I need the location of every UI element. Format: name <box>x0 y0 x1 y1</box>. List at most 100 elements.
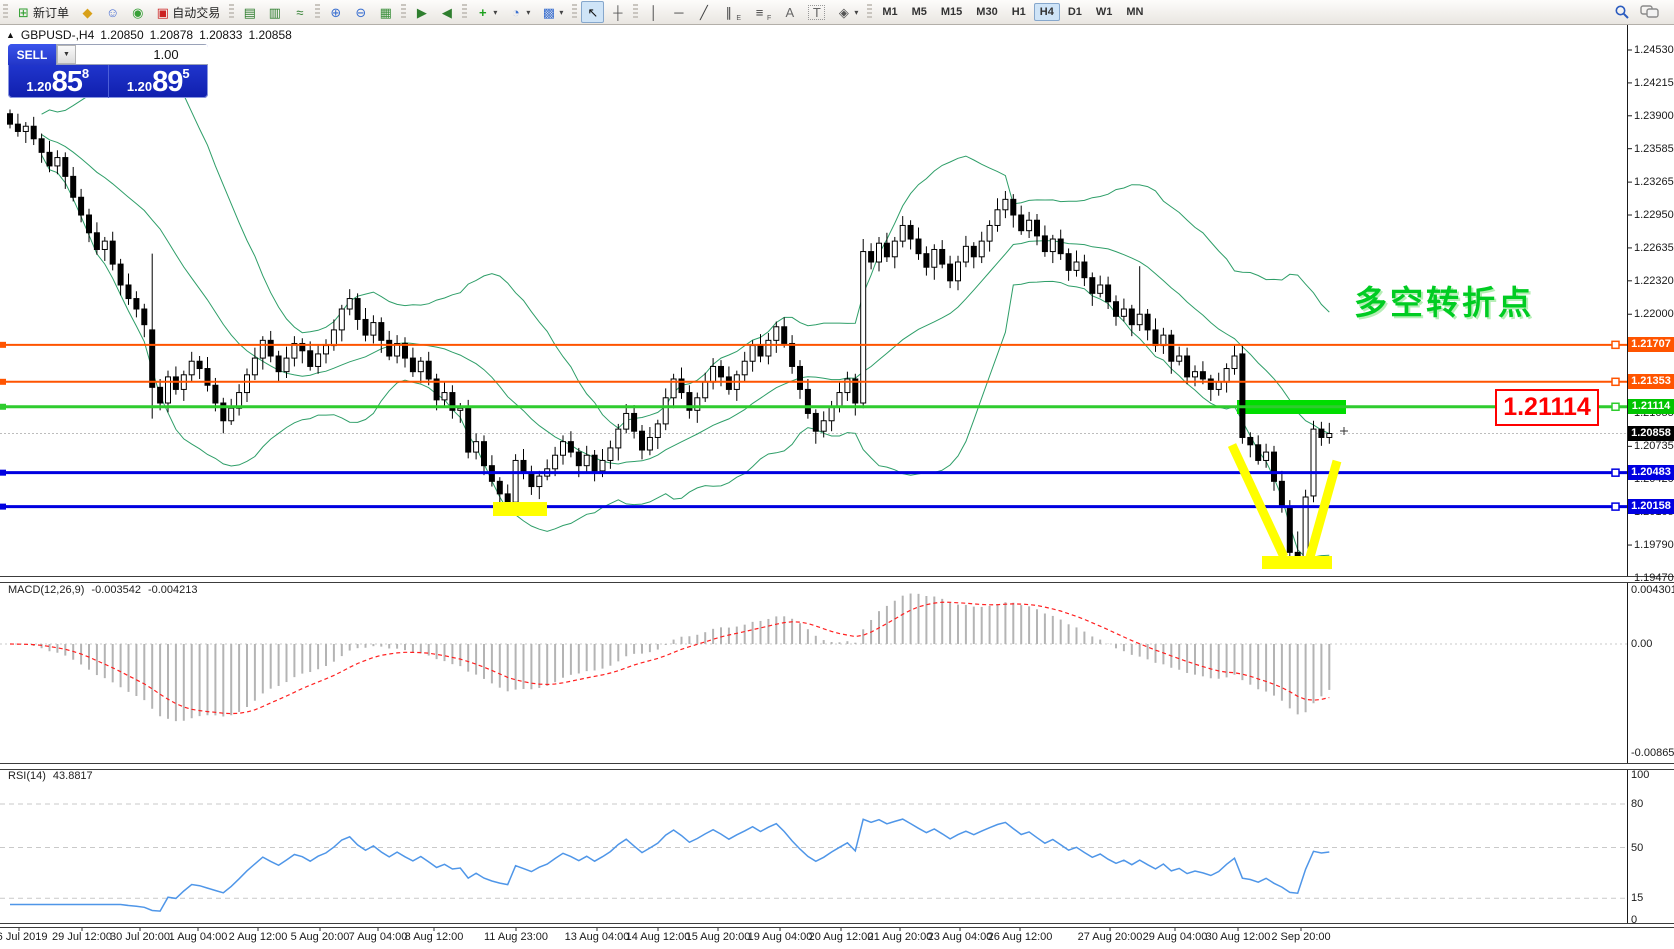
text-label-tool-button[interactable]: T <box>803 1 830 23</box>
signals-button[interactable]: ◉ <box>126 1 149 23</box>
chart-canvas[interactable] <box>0 0 1674 948</box>
level-line-drag-handle[interactable] <box>1612 403 1619 410</box>
price-tick-label[interactable]: 1.22950 <box>1634 209 1674 221</box>
periods-button[interactable]: ◔ ▾ <box>504 1 535 23</box>
rsi-scale-label[interactable]: 100 <box>1631 769 1649 781</box>
bar-chart-mode-button[interactable]: ▤ <box>238 1 261 23</box>
vertical-line-tool-button[interactable]: │ <box>642 1 665 23</box>
time-axis-label[interactable]: 20 Aug 12:00 <box>809 931 874 943</box>
price-tick-label[interactable]: 1.22635 <box>1634 242 1674 254</box>
pane-separator-axis[interactable] <box>0 923 1674 928</box>
toolbar-grip[interactable] <box>633 4 638 20</box>
price-tick-label[interactable]: 1.19790 <box>1634 539 1674 551</box>
timeframe-button-mn[interactable]: MN <box>1120 3 1149 21</box>
zoom-out-button[interactable]: ⊖ <box>349 1 372 23</box>
price-tick-label[interactable]: 1.23900 <box>1634 110 1674 122</box>
time-axis-label[interactable]: 11 Aug 23:00 <box>484 931 548 943</box>
time-axis-label[interactable]: 30 Aug 12:00 <box>1206 931 1271 943</box>
trendline-tool-button[interactable]: ╱ <box>692 1 715 23</box>
zoom-in-button[interactable]: ⊕ <box>324 1 347 23</box>
price-tick-label[interactable]: 1.22320 <box>1634 275 1674 287</box>
price-tick-label[interactable]: 1.22000 <box>1634 308 1674 320</box>
toolbar-grip[interactable] <box>315 4 320 20</box>
time-axis-label[interactable]: 1 Aug 04:00 <box>169 931 228 943</box>
trend-note-annotation[interactable]: 多空转折点 <box>1354 276 1534 324</box>
time-axis-label[interactable]: 21 Aug 20:00 <box>868 931 933 943</box>
rsi-scale-label[interactable]: 15 <box>1631 892 1643 904</box>
fibonacci-tool-button[interactable]: ≡ F <box>748 1 776 23</box>
pane-separator-macd[interactable] <box>0 576 1674 583</box>
sell-button[interactable]: SELL <box>8 44 56 65</box>
rsi-scale-label[interactable]: 0 <box>1631 914 1637 926</box>
price-tick-label[interactable]: 1.20735 <box>1634 440 1674 452</box>
one-click-expand-toggle[interactable]: ▲ <box>6 30 15 40</box>
price-tick-label[interactable]: 1.23585 <box>1634 143 1674 155</box>
crosshair-tool-button[interactable]: ┼ <box>606 1 629 23</box>
time-axis-label[interactable]: 2 Sep 20:00 <box>1271 931 1330 943</box>
time-axis-label[interactable]: 19 Aug 04:00 <box>748 931 813 943</box>
rsi-scale-label[interactable]: 80 <box>1631 798 1643 810</box>
timeframe-button-m5[interactable]: M5 <box>906 3 933 21</box>
time-axis-label[interactable]: 26 Jul 2019 <box>0 931 47 943</box>
price-tick-label[interactable]: 1.19470 <box>1634 572 1674 584</box>
time-axis-label[interactable]: 29 Aug 04:00 <box>1143 931 1208 943</box>
market-watch-button[interactable]: ◆ <box>76 1 99 23</box>
search-icon[interactable] <box>1614 4 1630 20</box>
candle-chart-mode-button[interactable]: ▥ <box>263 1 286 23</box>
time-axis-label[interactable]: 15 Aug 20:00 <box>686 931 751 943</box>
level-line-drag-handle[interactable] <box>1612 469 1619 476</box>
toolbar-grip[interactable] <box>401 4 406 20</box>
price-callout-box[interactable]: 1.21114 <box>1495 389 1599 426</box>
bollinger-upper-band[interactable] <box>42 62 1330 428</box>
new-order-button[interactable]: ⊞ 新订单 <box>12 1 74 23</box>
level-line-drag-handle[interactable] <box>1612 378 1619 385</box>
autotrading-button[interactable]: ▣ 自动交易 <box>151 1 225 23</box>
macd-scale-label[interactable]: 0.004301 <box>1631 584 1674 596</box>
time-axis-label[interactable]: 29 Jul 12:00 <box>52 931 112 943</box>
timeframe-button-w1[interactable]: W1 <box>1090 3 1119 21</box>
chat-icon[interactable] <box>1640 4 1660 20</box>
timeframe-button-m1[interactable]: M1 <box>876 3 903 21</box>
price-tick-label[interactable]: 1.23265 <box>1634 176 1674 188</box>
timeframe-button-h4[interactable]: H4 <box>1034 3 1060 21</box>
horizontal-line-tool-button[interactable]: ─ <box>667 1 690 23</box>
time-axis-label[interactable]: 5 Aug 20:00 <box>291 931 350 943</box>
auto-scroll-button[interactable]: ▶ <box>410 1 433 23</box>
time-axis-label[interactable]: 13 Aug 04:00 <box>565 931 630 943</box>
price-tick-label[interactable]: 1.24215 <box>1634 77 1674 89</box>
toolbar-grip[interactable] <box>3 4 8 20</box>
level-line-drag-handle[interactable] <box>1612 503 1619 510</box>
shapes-tool-button[interactable]: ◈ ▾ <box>832 1 863 23</box>
time-axis-label[interactable]: 27 Aug 20:00 <box>1078 931 1143 943</box>
chart-shift-button[interactable]: ◀ <box>435 1 458 23</box>
timeframe-button-m30[interactable]: M30 <box>970 3 1003 21</box>
buy-price[interactable]: 1.20 89 5 <box>108 65 209 98</box>
v-shape-base-bar[interactable] <box>1262 556 1332 569</box>
timeframe-button-d1[interactable]: D1 <box>1062 3 1088 21</box>
line-chart-mode-button[interactable]: ≈ <box>288 1 311 23</box>
bollinger-middle-band[interactable] <box>42 135 1330 464</box>
timeframe-button-m15[interactable]: M15 <box>935 3 968 21</box>
toolbar-grip[interactable] <box>572 4 577 20</box>
rsi-scale-label[interactable]: 50 <box>1631 842 1643 854</box>
timeframe-button-h1[interactable]: H1 <box>1006 3 1032 21</box>
support-highlight-box[interactable] <box>493 502 547 516</box>
volume-input[interactable] <box>76 45 208 64</box>
time-axis-label[interactable]: 7 Aug 04:00 <box>349 931 408 943</box>
toolbar-grip[interactable] <box>229 4 234 20</box>
time-axis-label[interactable]: 2 Aug 12:00 <box>229 931 288 943</box>
toolbar-grip[interactable] <box>462 4 467 20</box>
time-axis-label[interactable]: 14 Aug 12:00 <box>626 931 691 943</box>
profile-button[interactable]: ☺ <box>101 1 124 23</box>
toolbar-grip[interactable] <box>867 4 872 20</box>
volume-decrease-button[interactable]: ▼ <box>57 45 76 64</box>
tile-windows-button[interactable]: ▦ <box>374 1 397 23</box>
rsi-line[interactable] <box>10 819 1329 911</box>
price-tick-label[interactable]: 1.24530 <box>1634 44 1674 56</box>
level-line-drag-handle[interactable] <box>1612 341 1619 348</box>
pane-separator-rsi[interactable] <box>0 763 1674 770</box>
channel-tool-button[interactable]: ∥ E <box>717 1 746 23</box>
indicators-button[interactable]: + ▾ <box>471 1 502 23</box>
macd-scale-label[interactable]: 0.00 <box>1631 638 1652 650</box>
sell-price[interactable]: 1.20 85 8 <box>8 65 108 98</box>
